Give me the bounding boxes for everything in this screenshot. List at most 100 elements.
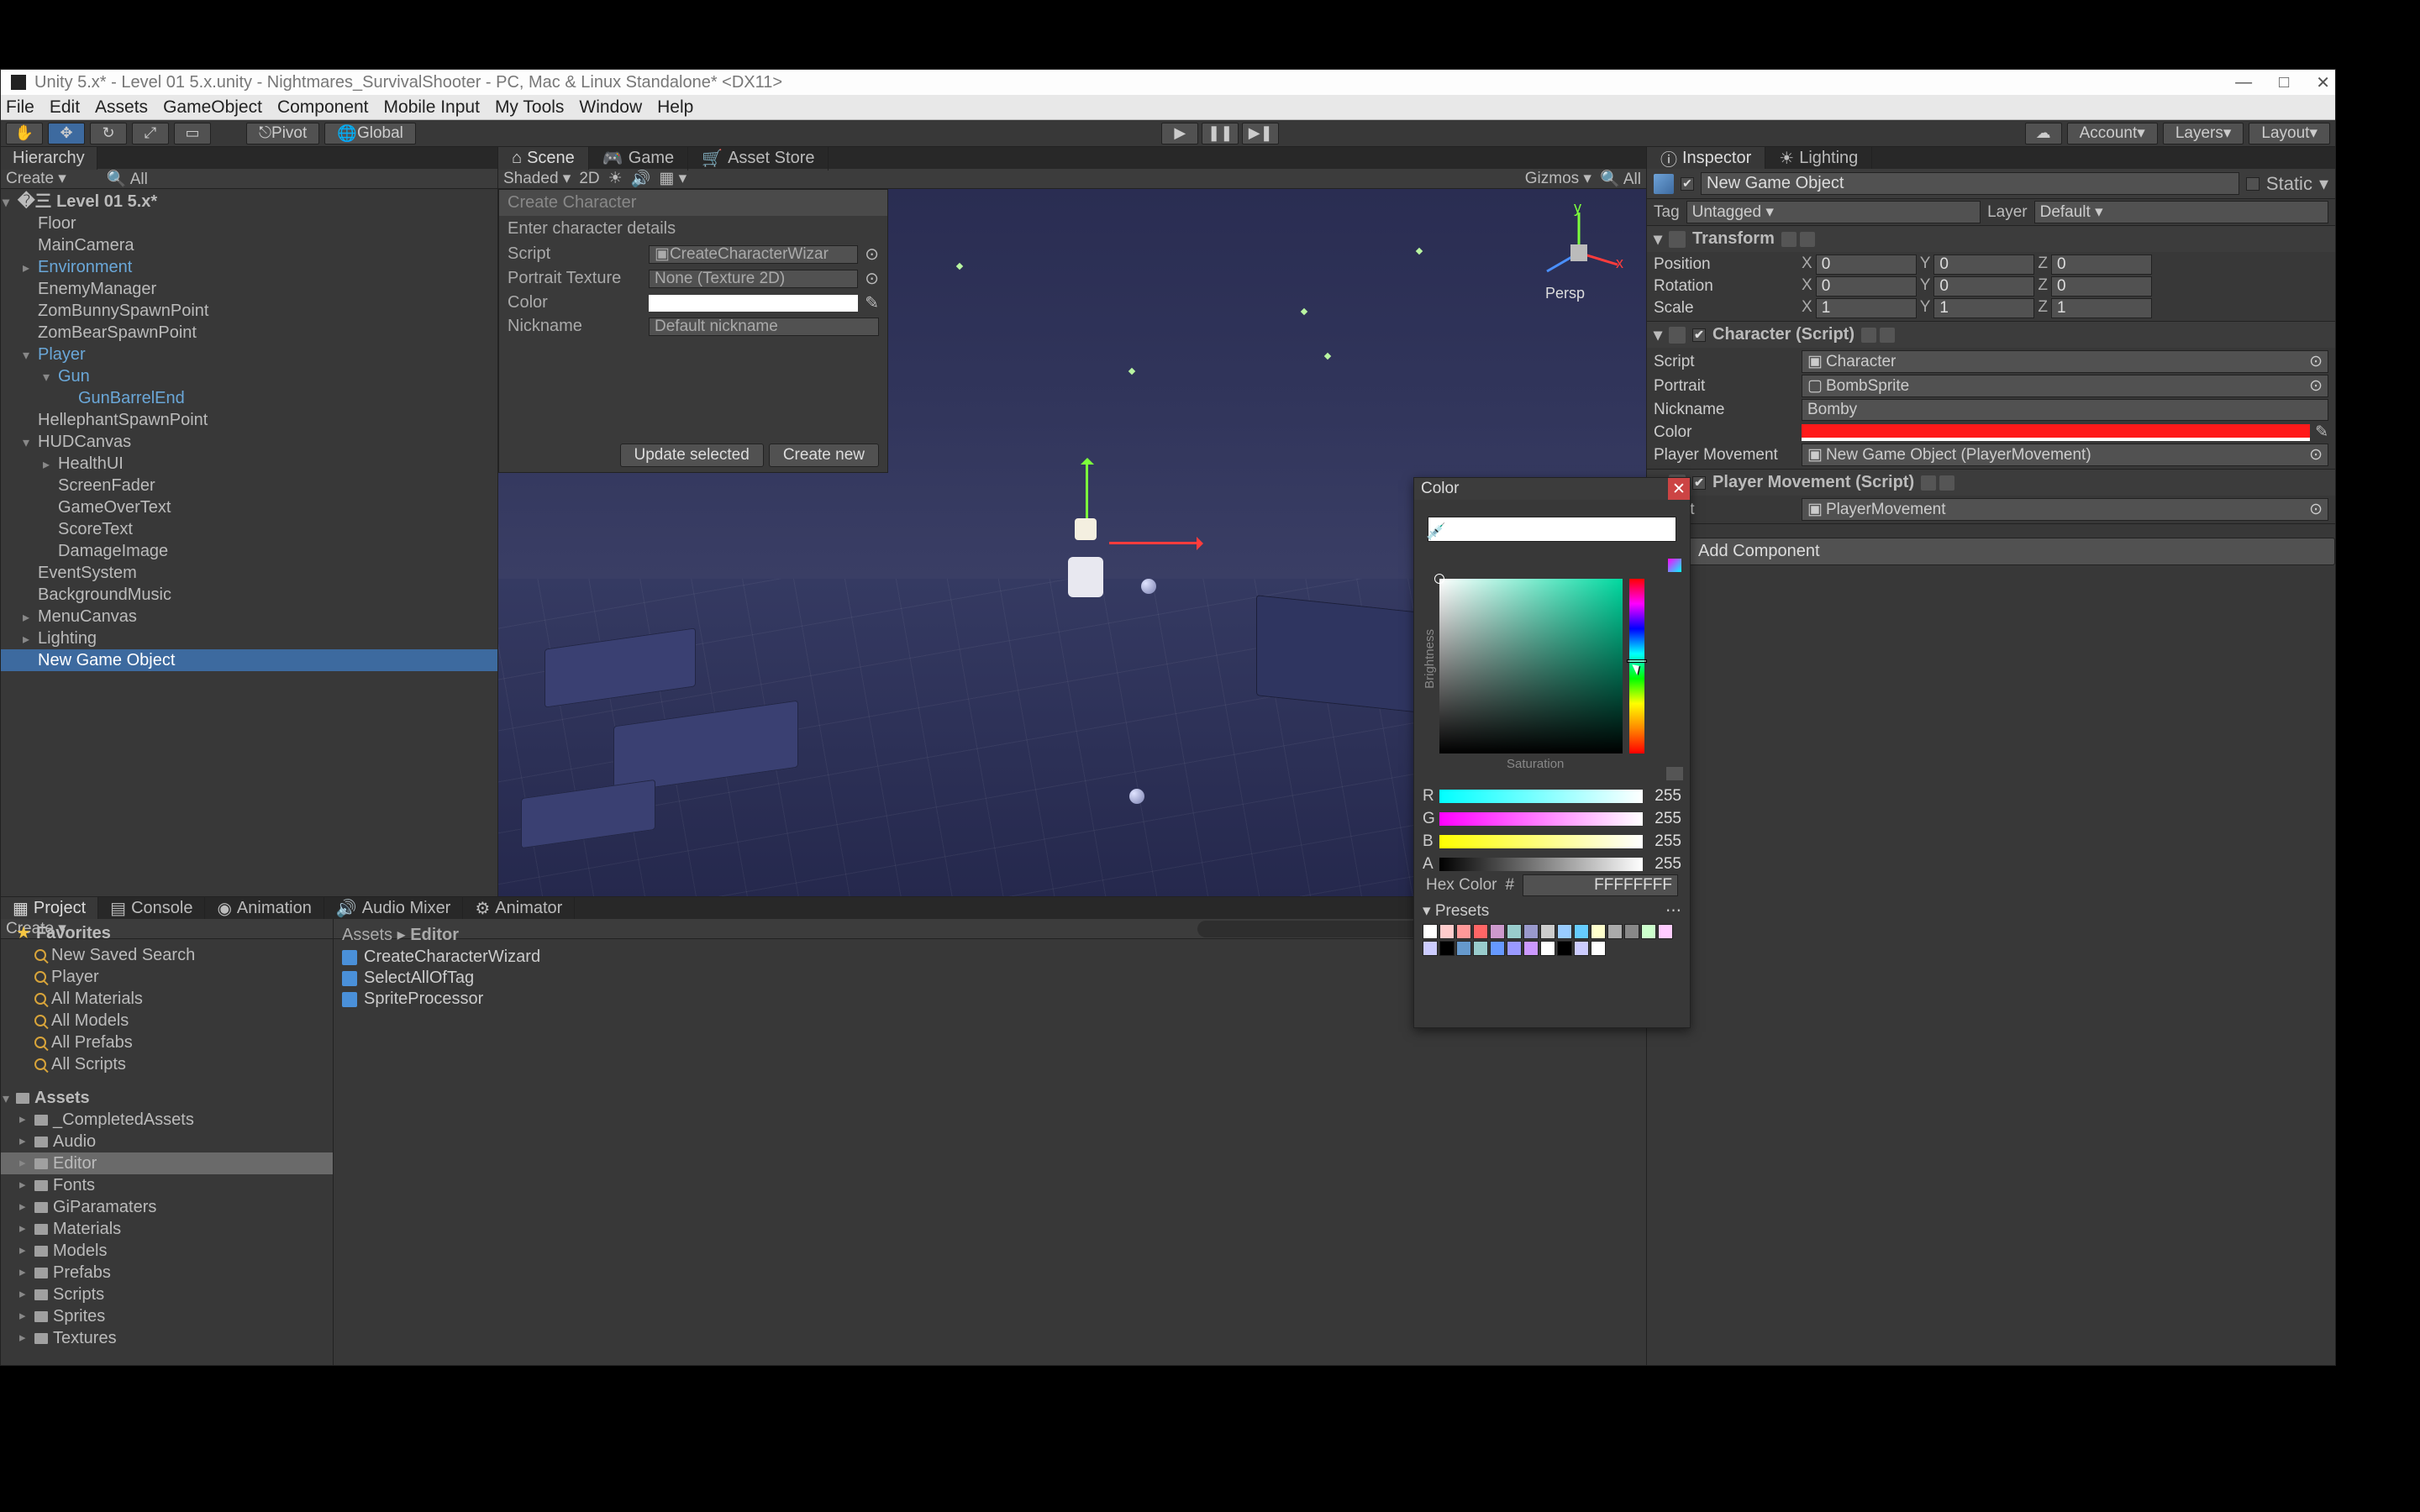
- eyedropper-icon[interactable]: ✎: [865, 292, 879, 313]
- scene-light-icon[interactable]: ☀: [608, 169, 623, 188]
- gameobject-icon[interactable]: [1654, 174, 1674, 194]
- preset-swatch[interactable]: [1574, 941, 1589, 956]
- scene-root[interactable]: ▾�三 Level 01 5.x*: [1, 191, 497, 213]
- saturation-value-field[interactable]: [1439, 579, 1623, 753]
- wizard-script-field[interactable]: ▣ CreateCharacterWizar: [649, 245, 858, 264]
- hierarchy-item[interactable]: ▾Player: [1, 344, 497, 365]
- cloud-icon[interactable]: ☁: [2025, 123, 2062, 144]
- gizmos-dropdown[interactable]: Gizmos ▾: [1525, 169, 1591, 188]
- hierarchy-item[interactable]: ▸Lighting: [1, 627, 497, 649]
- global-toggle[interactable]: 🌐 Global: [324, 123, 416, 144]
- scene-fx-icon[interactable]: ▦ ▾: [659, 169, 687, 188]
- r-value[interactable]: 255: [1648, 787, 1681, 806]
- character-enabled-checkbox[interactable]: ✔: [1692, 328, 1706, 342]
- hand-tool-icon[interactable]: ✋: [6, 123, 43, 144]
- help-icon[interactable]: [1781, 232, 1797, 247]
- gameobject-name-input[interactable]: New Game Object: [1701, 172, 2239, 195]
- preset-swatch[interactable]: [1490, 941, 1505, 956]
- folder-item[interactable]: ▸Scripts: [1, 1284, 333, 1305]
- menu-edit[interactable]: Edit: [50, 97, 80, 118]
- b-value[interactable]: 255: [1648, 832, 1681, 851]
- presets-menu-icon[interactable]: ⋯: [1665, 901, 1681, 921]
- layout-dropdown[interactable]: Layout ▾: [2249, 123, 2330, 144]
- preset-swatch[interactable]: [1456, 924, 1471, 939]
- preset-swatch[interactable]: [1540, 941, 1555, 956]
- hierarchy-item[interactable]: ScreenFader: [1, 475, 497, 496]
- preset-swatch[interactable]: [1423, 941, 1438, 956]
- hierarchy-item[interactable]: ▾HUDCanvas: [1, 431, 497, 453]
- menu-assets[interactable]: Assets: [95, 97, 148, 118]
- hierarchy-item[interactable]: HellephantSpawnPoint: [1, 409, 497, 431]
- help-icon[interactable]: [1861, 328, 1876, 343]
- favorites-header[interactable]: ★Favorites: [1, 922, 333, 944]
- scale-z-input[interactable]: 1: [2051, 298, 2152, 318]
- rot-x-input[interactable]: 0: [1816, 276, 1917, 297]
- hierarchy-item[interactable]: ▸MenuCanvas: [1, 606, 497, 627]
- b-slider[interactable]: [1439, 835, 1643, 848]
- menu-file[interactable]: File: [6, 97, 34, 118]
- titlebar[interactable]: Unity 5.x* - Level 01 5.x.unity - Nightm…: [1, 70, 2335, 95]
- scene-audio-icon[interactable]: 🔊: [631, 169, 651, 189]
- character-color-swatch[interactable]: [1802, 424, 2310, 441]
- hierarchy-item[interactable]: MainCamera: [1, 234, 497, 256]
- close-icon[interactable]: ✕: [2316, 72, 2330, 93]
- color-picker-window[interactable]: Color ✕ 💉 Brightness Saturation R255 G25…: [1413, 477, 1691, 1028]
- preset-swatch[interactable]: [1574, 924, 1589, 939]
- wizard-portrait-field[interactable]: None (Texture 2D): [649, 270, 858, 288]
- rot-z-input[interactable]: 0: [2051, 276, 2152, 297]
- wizard-update-button[interactable]: Update selected: [620, 444, 764, 467]
- assets-header[interactable]: ▾Assets: [1, 1087, 333, 1109]
- player-character[interactable]: [1060, 518, 1111, 585]
- colorpicker-title[interactable]: Color: [1414, 478, 1690, 500]
- orientation-gizmo-icon[interactable]: y x Persp: [1528, 202, 1629, 303]
- menu-mytools[interactable]: My Tools: [495, 97, 564, 118]
- tab-audiomixer[interactable]: 🔊 Audio Mixer: [324, 897, 464, 919]
- layer-dropdown[interactable]: Default ▾: [2034, 201, 2328, 223]
- gear-icon[interactable]: [1800, 232, 1815, 247]
- tab-project[interactable]: ▦ Project: [1, 897, 98, 919]
- hierarchy-item[interactable]: EnemyManager: [1, 278, 497, 300]
- shaded-dropdown[interactable]: Shaded ▾: [503, 169, 571, 188]
- tab-animator[interactable]: ⚙ Animator: [463, 897, 575, 919]
- preset-swatch[interactable]: [1423, 924, 1438, 939]
- playermove-script-field[interactable]: ▣ PlayerMovement⊙: [1802, 498, 2328, 521]
- step-button-icon[interactable]: ▶❚: [1242, 123, 1279, 144]
- folder-item[interactable]: ▸GiParamaters: [1, 1196, 333, 1218]
- pos-y-input[interactable]: 0: [1933, 255, 2034, 275]
- pivot-toggle[interactable]: ⎋ Pivot: [246, 123, 319, 144]
- account-dropdown[interactable]: Account ▾: [2067, 123, 2158, 144]
- toggle-2d[interactable]: 2D: [579, 170, 599, 188]
- folder-item[interactable]: ▸Fonts: [1, 1174, 333, 1196]
- tag-dropdown[interactable]: Untagged ▾: [1686, 201, 1981, 223]
- eyedropper-icon[interactable]: ✎: [2315, 423, 2328, 442]
- character-playermovement-field[interactable]: ▣ New Game Object (PlayerMovement)⊙: [1802, 444, 2328, 466]
- colormode-icon[interactable]: [1668, 559, 1681, 572]
- preset-swatch[interactable]: [1624, 924, 1639, 939]
- hierarchy-tab[interactable]: Hierarchy: [1, 147, 97, 170]
- preset-swatch[interactable]: [1473, 941, 1488, 956]
- preset-swatch[interactable]: [1507, 941, 1522, 956]
- wizard-create-button[interactable]: Create new: [769, 444, 879, 467]
- pause-button-icon[interactable]: ❚❚: [1202, 123, 1239, 144]
- r-slider[interactable]: [1439, 790, 1643, 803]
- hue-slider[interactable]: [1629, 579, 1644, 753]
- folder-item[interactable]: ▸Models: [1, 1240, 333, 1262]
- favorite-item[interactable]: All Scripts: [1, 1053, 333, 1075]
- a-slider[interactable]: [1439, 858, 1643, 871]
- colorpicker-close-icon[interactable]: ✕: [1668, 478, 1690, 500]
- g-slider[interactable]: [1439, 812, 1643, 826]
- tab-lighting[interactable]: ☀ Lighting: [1765, 147, 1872, 169]
- gizmo-y-axis-icon[interactable]: [1086, 459, 1088, 518]
- preset-swatch[interactable]: [1591, 924, 1606, 939]
- scale-y-input[interactable]: 1: [1933, 298, 2034, 318]
- preset-swatch[interactable]: [1557, 941, 1572, 956]
- rotate-tool-icon[interactable]: ↻: [90, 123, 127, 144]
- hierarchy-item[interactable]: ZomBunnySpawnPoint: [1, 300, 497, 322]
- character-script-field[interactable]: ▣ Character⊙: [1802, 350, 2328, 373]
- move-tool-icon[interactable]: ✥: [48, 123, 85, 144]
- gear-icon[interactable]: [1880, 328, 1895, 343]
- layers-dropdown[interactable]: Layers ▾: [2163, 123, 2244, 144]
- character-portrait-field[interactable]: ▢ BombSprite⊙: [1802, 375, 2328, 397]
- folder-item[interactable]: ▸Textures: [1, 1327, 333, 1349]
- add-component-button[interactable]: Add Component: [1647, 538, 2335, 565]
